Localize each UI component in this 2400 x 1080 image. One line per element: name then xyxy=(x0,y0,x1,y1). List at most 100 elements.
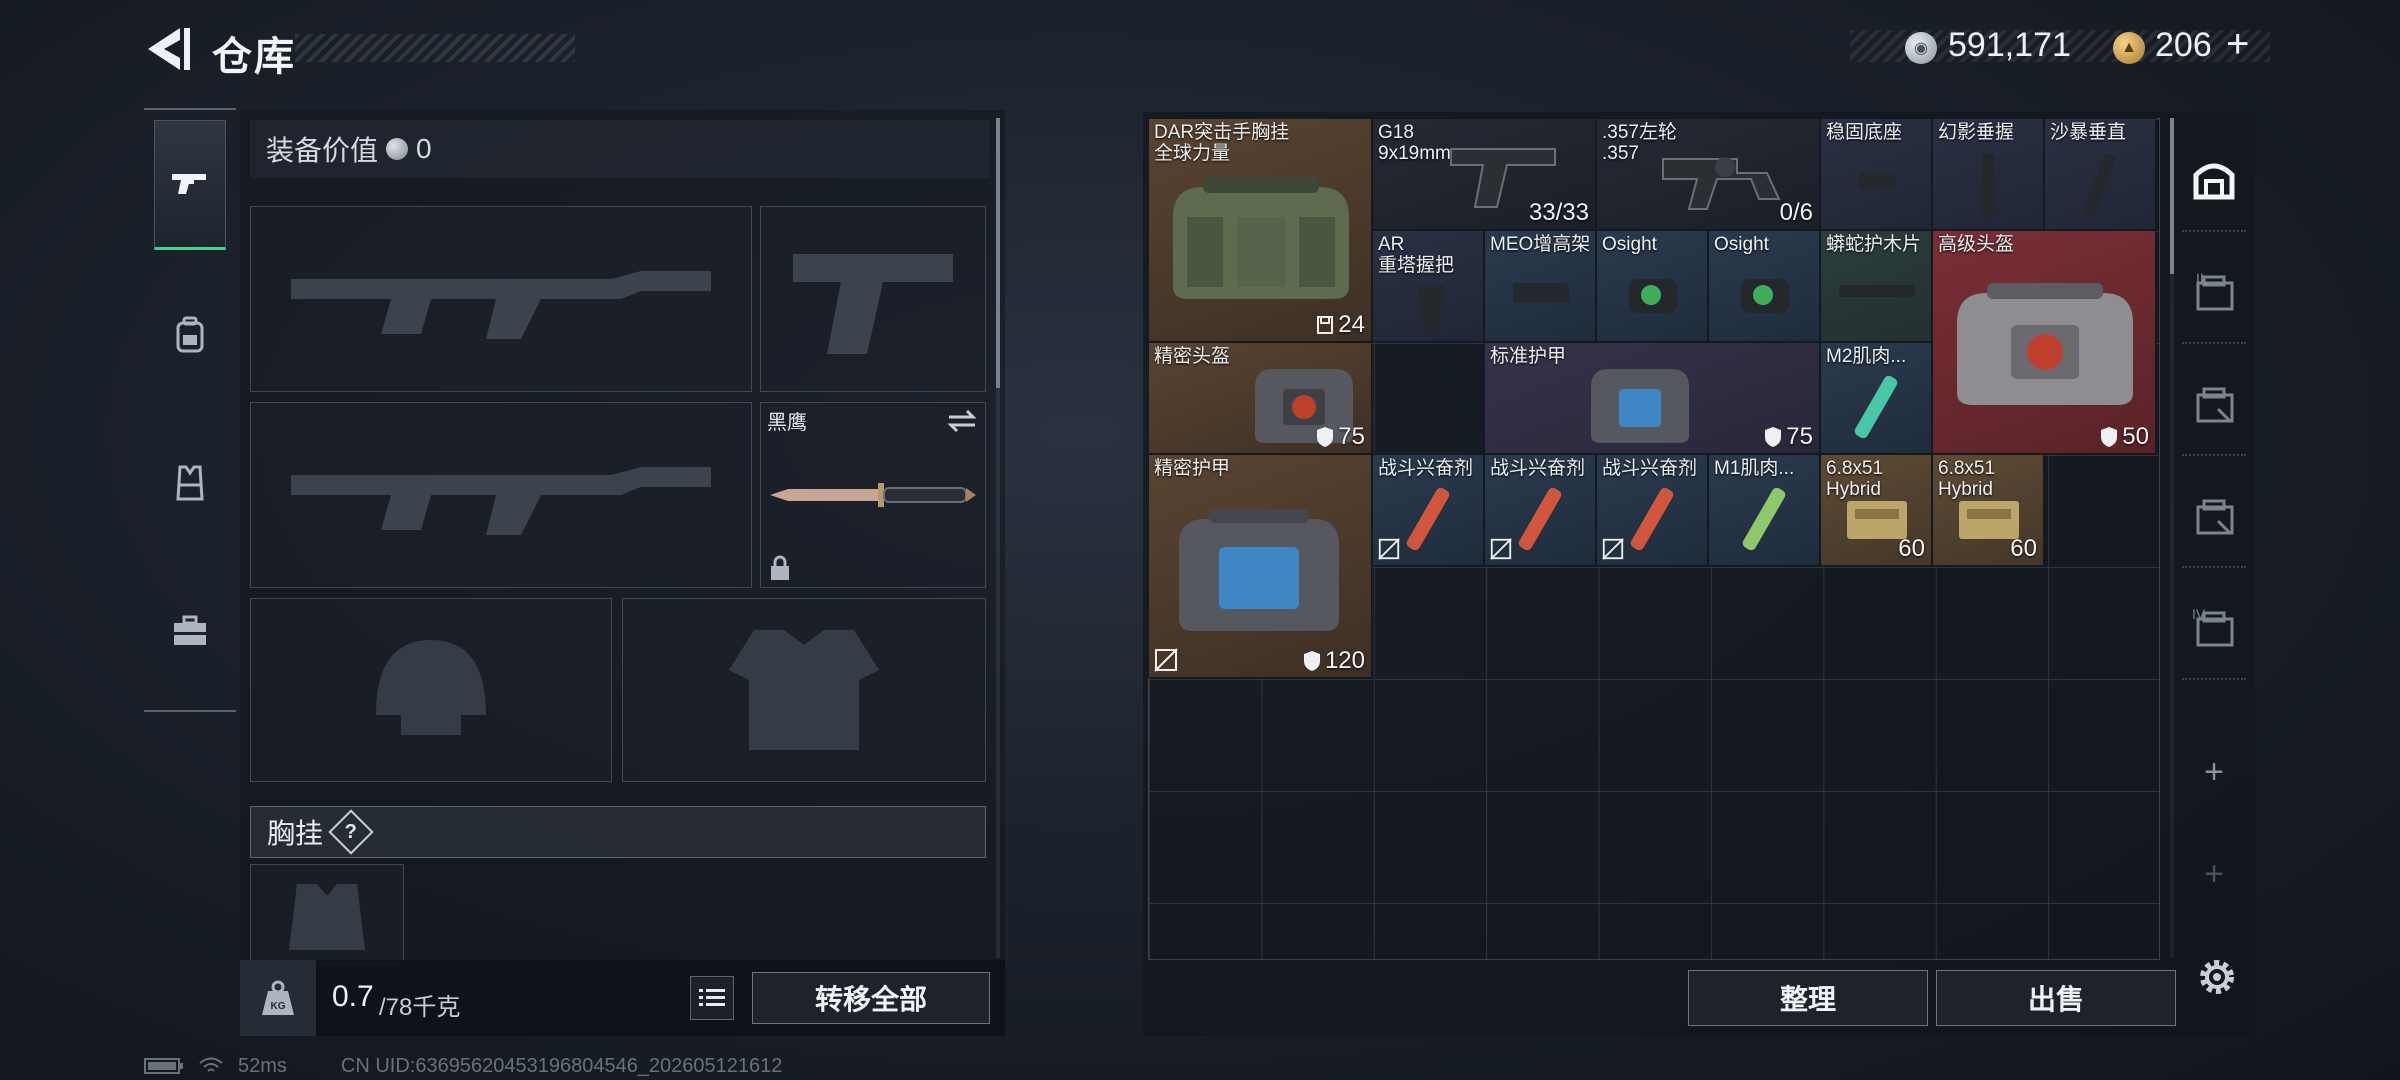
primary-weapon-slot[interactable] xyxy=(250,206,752,392)
case-tier-3-icon xyxy=(2196,499,2234,535)
battery-icon xyxy=(144,1058,183,1074)
tab-stash-main[interactable] xyxy=(2182,128,2246,232)
add-case-locked-button[interactable]: + xyxy=(2182,844,2246,904)
stash-item-phantom-grip[interactable]: 幻影垂握 xyxy=(1932,118,2044,230)
weight-icon: KG xyxy=(262,980,294,1015)
add-currency-button[interactable]: + xyxy=(2226,22,2249,67)
stash-item-sandstorm-grip[interactable]: 沙暴垂直 xyxy=(2044,118,2156,230)
settings-button[interactable] xyxy=(2192,952,2242,1002)
shield-icon xyxy=(1317,427,1334,447)
item-ammo: 33/33 xyxy=(1528,199,1589,226)
shield-icon xyxy=(1765,427,1782,447)
case-tier-4-icon: IV xyxy=(2192,606,2234,647)
helmet-slot[interactable] xyxy=(250,598,612,782)
no-transfer-icon xyxy=(1602,538,1624,560)
stash-item-osight-1[interactable]: Osight xyxy=(1596,230,1708,342)
item-durability: 50 xyxy=(2100,423,2149,451)
sort-button[interactable]: 整理 xyxy=(1688,970,1928,1026)
stash-scroll-thumb[interactable] xyxy=(2170,118,2174,274)
stash-item-g18[interactable]: G18 9x19mm 33/33 xyxy=(1372,118,1596,230)
rail-panel-item-icon xyxy=(1839,285,1915,297)
stash-shelf-icon xyxy=(2193,163,2235,200)
toolbox-icon xyxy=(174,615,206,645)
stash-item-ar-grip[interactable]: AR 重塔握把 xyxy=(1372,230,1484,342)
item-count: 60 xyxy=(1898,535,1925,562)
no-transfer-icon xyxy=(1378,538,1400,560)
riser-item-icon xyxy=(1513,283,1569,303)
grip-item-icon xyxy=(1417,285,1445,331)
swap-icon[interactable] xyxy=(945,407,979,435)
help-button[interactable]: ? xyxy=(328,809,374,855)
vest-icon xyxy=(176,465,204,501)
page-title: 仓库 xyxy=(212,35,296,79)
item-name: 战斗兴奋剂 xyxy=(1378,458,1474,479)
stash-item-stim-2[interactable]: 战斗兴奋剂 xyxy=(1484,454,1596,566)
list-view-button[interactable] xyxy=(690,976,734,1020)
lock-icon xyxy=(771,555,789,580)
tab-case-4[interactable] xyxy=(2182,464,2246,568)
list-icon xyxy=(699,989,725,1006)
stash-item-m1-muscle[interactable]: M1肌肉... xyxy=(1708,454,1820,566)
case-tier-2-icon xyxy=(2196,387,2234,423)
add-case-button[interactable]: + xyxy=(2182,720,2246,824)
optic-item-icon xyxy=(1629,279,1677,313)
help-icon: ? xyxy=(344,820,358,843)
tab-case-5[interactable]: IV xyxy=(2182,576,2246,680)
chest-rig-label: 胸挂 xyxy=(267,818,324,849)
stash-item-standard-armor[interactable]: 标准护甲 75 xyxy=(1484,342,1820,454)
armor-silhouette-icon xyxy=(729,630,879,750)
item-durability: 75 xyxy=(1764,423,1813,451)
armor-slot[interactable] xyxy=(622,598,986,782)
chest-rig-slot[interactable] xyxy=(250,864,404,964)
item-durability: 120 xyxy=(1303,647,1365,675)
stash-item-stim-3[interactable]: 战斗兴奋剂 xyxy=(1596,454,1708,566)
equipment-value-row: 装备价值 0 xyxy=(250,120,990,178)
stash-item-python-panel[interactable]: 蟒蛇护木片 xyxy=(1820,230,1932,342)
weight-unit-label: KG xyxy=(271,1001,286,1012)
stash-item-ammo-68-2[interactable]: 6.8x51 Hybrid 60 xyxy=(1932,454,2044,566)
back-arrow-icon xyxy=(148,28,190,70)
stash-item-ammo-68-1[interactable]: 6.8x51 Hybrid 60 xyxy=(1820,454,1932,566)
back-button[interactable] xyxy=(140,22,200,76)
tab-backpack[interactable] xyxy=(154,270,226,400)
item-name: DAR突击手胸挂 全球力量 xyxy=(1154,122,1290,164)
stash-item-m2-muscle[interactable]: M2肌肉... xyxy=(1820,342,1932,454)
stash-item-revolver[interactable]: .357左轮 .357 0/6 xyxy=(1596,118,1820,230)
item-count: 24 xyxy=(1316,311,1365,339)
injector-item-icon xyxy=(1742,487,1786,551)
stash-item-precision-armor[interactable]: 精密护甲 120 xyxy=(1148,454,1372,678)
stash-item-osight-2[interactable]: Osight xyxy=(1708,230,1820,342)
stash-item-adv-helmet[interactable]: 高级头盔 50 xyxy=(1932,230,2156,454)
mount-item-icon xyxy=(1859,173,1895,189)
ping-value: 52ms xyxy=(238,1054,287,1077)
stash-item-precision-helmet[interactable]: 精密头盔 75 xyxy=(1148,342,1372,454)
tab-weapons[interactable] xyxy=(154,120,226,250)
melee-slot[interactable]: 黑鹰 xyxy=(760,402,986,588)
sidearm-slot[interactable] xyxy=(760,206,986,392)
transfer-all-button[interactable]: 转移全部 xyxy=(752,972,990,1024)
item-name: 稳固底座 xyxy=(1826,122,1903,143)
tab-toolbox[interactable] xyxy=(154,566,226,696)
title-decoration xyxy=(295,34,575,62)
knife-icon xyxy=(770,483,976,507)
chest-rig-item-icon xyxy=(1173,177,1349,299)
tab-case-3[interactable] xyxy=(2182,352,2246,456)
equipment-scroll-thumb[interactable] xyxy=(996,118,1000,388)
optic-item-icon xyxy=(1741,279,1789,313)
item-name: 战斗兴奋剂 xyxy=(1602,458,1698,479)
chest-rig-silhouette-icon xyxy=(289,884,365,950)
stash-item-stim-1[interactable]: 战斗兴奋剂 xyxy=(1372,454,1484,566)
secondary-weapon-slot[interactable] xyxy=(250,402,752,588)
sell-button[interactable]: 出售 xyxy=(1936,970,2176,1026)
equipment-value-label: 装备价值 xyxy=(266,135,379,166)
grip-item-icon xyxy=(1981,153,1995,219)
injector-item-icon xyxy=(1854,375,1898,439)
coin-icon xyxy=(386,138,409,160)
tab-case-2[interactable]: II xyxy=(2182,240,2246,344)
stash-item-stable-base[interactable]: 稳固底座 xyxy=(1820,118,1932,230)
stash-item-dar-rig[interactable]: DAR突击手胸挂 全球力量 24 xyxy=(1148,118,1372,342)
user-uid: CN UID:6369562045319680454​6_20260512161… xyxy=(340,1054,783,1077)
stash-item-meo-riser[interactable]: MEO增高架 xyxy=(1484,230,1596,342)
tab-vest[interactable] xyxy=(154,418,226,548)
stim-injector-item-icon xyxy=(1406,487,1450,551)
